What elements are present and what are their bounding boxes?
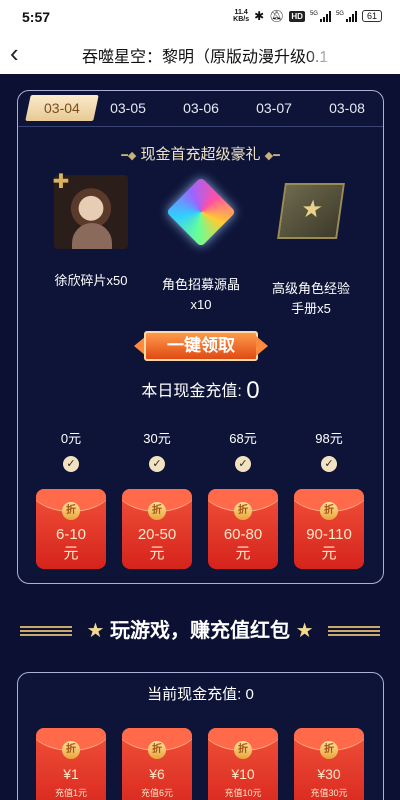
tier-amount: 30元 (143, 431, 171, 446)
date-tab[interactable]: 03-04 (25, 95, 99, 121)
battery-icon: 61 (361, 10, 382, 22)
date-tabs: 03-04 03-05 03-06 03-07 03-08 (18, 91, 383, 127)
today-recharge: 本日现金充值: 0 (141, 377, 260, 404)
bluetooth-icon: ✱ (254, 9, 265, 23)
character-portrait-image: ✚ (53, 171, 128, 249)
red-packet[interactable]: 折 ¥1 充值1元 (36, 728, 106, 800)
star-icon: ★ (295, 620, 314, 642)
date-tab[interactable]: 03-05 (98, 100, 158, 116)
mute-bell-icon: 🔕︎ (269, 9, 285, 23)
date-tab[interactable]: 03-07 (244, 100, 304, 116)
red-packet[interactable]: 折 ¥10 充值10元 (208, 728, 278, 800)
discount-badge-icon: 折 (234, 741, 252, 759)
discount-coupon[interactable]: 折 60-80 元 (208, 489, 278, 569)
status-bar: 5:57 11.4 KB/s ✱ 🔕︎ HD 5G 5G 61 (0, 0, 400, 34)
check-icon: ✓ (63, 456, 79, 472)
discount-badge-icon: 折 (62, 741, 80, 759)
signal-icon: 5G (310, 10, 331, 22)
discount-badge-icon: 折 (234, 502, 252, 520)
discount-badge-icon: 折 (148, 502, 166, 520)
hd-badge: HD (289, 10, 305, 22)
discount-coupon[interactable]: 折 20-50 元 (122, 489, 192, 569)
arrow-right-decoration (256, 336, 268, 356)
daily-gift-panel: 03-04 03-05 03-06 03-07 03-08 ━◆ 现金首充超级豪… (17, 90, 384, 584)
date-tab[interactable]: 03-08 (317, 100, 377, 116)
gift-title: ━◆ 现金首充超级豪礼 ◆━ (121, 146, 280, 163)
discount-coupon[interactable]: 折 6-10 元 (36, 489, 106, 569)
status-icons: 11.4 KB/s ✱ 🔕︎ HD 5G 5G 61 (233, 9, 382, 23)
diamond-ornament-icon: ◆━ (264, 150, 280, 162)
star-icon: ★ (86, 620, 105, 642)
check-icon: ✓ (321, 456, 337, 472)
tier-amount: 68元 (229, 431, 257, 446)
exp-book-image (274, 183, 348, 257)
network-speed: 11.4 KB/s (233, 9, 250, 23)
check-icon: ✓ (235, 456, 251, 472)
status-time: 5:57 (22, 9, 51, 25)
reward-item: ✚ 徐欣碎片x50 (36, 171, 146, 291)
page-title: 吞噬星空：黎明（原版动漫升级0.1 (82, 43, 334, 67)
claim-all-button[interactable]: 一键领取 (134, 329, 268, 363)
nav-bar: ‹ 吞噬星空：黎明（原版动漫升级0.1 (0, 34, 400, 74)
tier-amount: 0元 (60, 431, 82, 446)
discount-coupon[interactable]: 折 90-110 元 (294, 489, 364, 569)
red-packet[interactable]: 折 ¥30 充值30元 (294, 728, 364, 800)
discount-badge-icon: 折 (148, 741, 166, 759)
signal-icon: 5G (336, 10, 357, 22)
discount-badge-icon: 折 (62, 502, 80, 520)
chevron-left-icon[interactable]: ‹ (10, 38, 38, 68)
discount-badge-icon: 折 (320, 741, 338, 759)
reward-item: 角色招募源晶 x10 (146, 175, 256, 315)
diamond-ornament-icon: ━◆ (121, 150, 137, 162)
check-icon: ✓ (149, 456, 165, 472)
reward-item: 高级角色经验 手册x5 (256, 175, 366, 319)
discount-badge-icon: 折 (320, 502, 338, 520)
section-heading: ★ 玩游戏，赚充值红包 ★ (86, 620, 314, 642)
puzzle-piece-icon: ✚ (52, 171, 70, 193)
tier-amount: 98元 (315, 431, 343, 446)
red-packet-panel: 当前现金充值: 0 折 ¥1 充值1元 折 ¥6 充值6元 折 ¥10 充值10… (17, 672, 384, 800)
red-packet[interactable]: 折 ¥6 充值6元 (122, 728, 192, 800)
crystal-cube-image (164, 176, 238, 253)
date-tab[interactable]: 03-06 (171, 100, 231, 116)
current-recharge: 当前现金充值: 0 (147, 686, 254, 703)
